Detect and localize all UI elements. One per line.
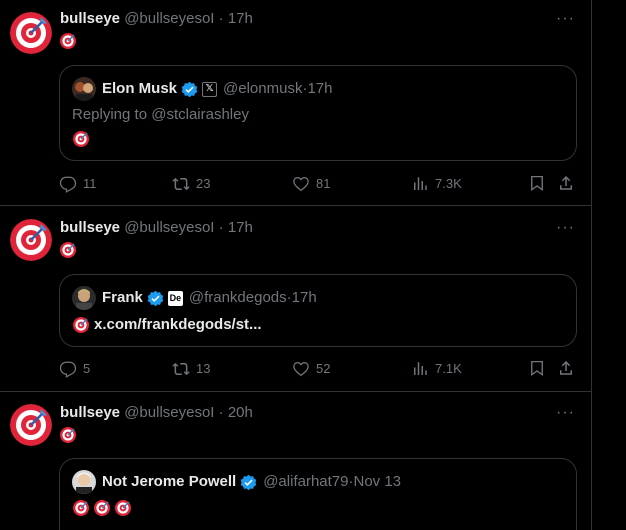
target-icon bbox=[73, 500, 89, 516]
quote-header: Not Jerome Powell @alifarhat79 · Nov 13 bbox=[72, 470, 401, 494]
share-icon bbox=[560, 360, 572, 375]
tweet-text bbox=[59, 241, 77, 261]
quote-avatar bbox=[72, 286, 96, 310]
quote-header: Elon Musk 𝕏 @elonmusk · 17h bbox=[72, 77, 332, 101]
avatar[interactable] bbox=[10, 219, 52, 261]
quote-header: Frank De @frankdegods · 17h bbox=[72, 286, 317, 310]
affiliate-badge: De bbox=[167, 290, 183, 306]
tweet[interactable]: bullseye @bullseyesoI · 17h ··· Frank De… bbox=[0, 207, 591, 392]
retweet-icon bbox=[172, 177, 190, 191]
quote-link[interactable]: x.com/frankdegods/st... bbox=[94, 315, 262, 335]
bookmark-icon bbox=[531, 360, 543, 377]
reply-button[interactable]: 11 bbox=[59, 174, 97, 194]
target-icon bbox=[73, 317, 89, 333]
reply-count: 5 bbox=[83, 361, 91, 376]
tweet-text bbox=[59, 426, 77, 446]
quote-text bbox=[72, 499, 132, 517]
retweet-count: 23 bbox=[196, 176, 211, 191]
share-button[interactable] bbox=[557, 359, 575, 377]
separator: · bbox=[218, 404, 224, 421]
tweet-actions: 5 13 52 7.1K bbox=[59, 359, 577, 379]
affiliate-badge: 𝕏 bbox=[202, 81, 218, 97]
quote-timestamp: 17h bbox=[291, 289, 317, 306]
quote-reply-context: Replying to @stclairashley bbox=[72, 106, 249, 123]
tweet-text bbox=[59, 32, 77, 52]
like-icon bbox=[293, 361, 309, 377]
quote-timestamp: Nov 13 bbox=[353, 473, 402, 490]
bookmark-icon bbox=[531, 175, 543, 192]
author-handle[interactable]: @bullseyesoI bbox=[124, 10, 214, 27]
tweet-header: bullseye @bullseyesoI · 20h bbox=[60, 403, 253, 423]
share-button[interactable] bbox=[557, 174, 575, 192]
bookmark-button[interactable] bbox=[528, 174, 546, 192]
separator: · bbox=[218, 219, 224, 236]
timeline: bullseye @bullseyesoI · 17h ··· Elon Mus… bbox=[0, 0, 591, 530]
tweet[interactable]: bullseye @bullseyesoI · 17h ··· Elon Mus… bbox=[0, 0, 591, 206]
quote-text bbox=[72, 129, 90, 149]
retweet-button[interactable]: 13 bbox=[172, 359, 210, 379]
timestamp[interactable]: 20h bbox=[228, 404, 253, 421]
retweet-count: 13 bbox=[196, 361, 211, 376]
target-icon bbox=[60, 427, 76, 443]
timestamp[interactable]: 17h bbox=[228, 219, 253, 236]
quoted-tweet[interactable]: Frank De @frankdegods · 17h x.com/frankd… bbox=[59, 274, 577, 347]
quote-avatar bbox=[72, 77, 96, 101]
timestamp[interactable]: 17h bbox=[228, 10, 253, 27]
quote-author-handle: @elonmusk bbox=[223, 80, 303, 97]
views-count: 7.3K bbox=[435, 176, 462, 191]
like-button[interactable]: 81 bbox=[292, 174, 330, 194]
quote-author-handle: @alifarhat79 bbox=[263, 473, 349, 490]
target-icon bbox=[60, 33, 76, 49]
quote-author-name[interactable]: Elon Musk bbox=[102, 79, 177, 99]
verified-badge-icon bbox=[240, 474, 257, 491]
retweet-icon bbox=[172, 362, 190, 376]
reply-icon bbox=[59, 361, 77, 378]
author-name[interactable]: bullseye bbox=[60, 219, 120, 236]
views-icon bbox=[414, 362, 427, 375]
more-icon[interactable]: ··· bbox=[556, 218, 575, 238]
views-icon bbox=[414, 177, 427, 190]
separator: · bbox=[218, 10, 224, 27]
avatar[interactable] bbox=[10, 404, 52, 446]
target-icon bbox=[115, 500, 131, 516]
avatar[interactable] bbox=[10, 12, 52, 54]
author-name[interactable]: bullseye bbox=[60, 404, 120, 421]
more-icon[interactable]: ··· bbox=[556, 9, 575, 29]
reply-count: 11 bbox=[83, 176, 97, 191]
verified-badge-icon bbox=[147, 290, 164, 307]
reply-icon bbox=[59, 176, 77, 193]
views-button[interactable]: 7.1K bbox=[411, 359, 462, 379]
like-button[interactable]: 52 bbox=[292, 359, 330, 379]
quote-text: x.com/frankdegods/st... bbox=[72, 315, 262, 335]
like-count: 52 bbox=[316, 361, 331, 376]
like-icon bbox=[293, 176, 309, 192]
author-handle[interactable]: @bullseyesoI bbox=[124, 404, 214, 421]
author-name[interactable]: bullseye bbox=[60, 10, 120, 27]
target-icon bbox=[60, 242, 76, 258]
retweet-button[interactable]: 23 bbox=[172, 174, 210, 194]
quote-avatar bbox=[72, 470, 96, 494]
like-count: 81 bbox=[316, 176, 331, 191]
quote-author-name[interactable]: Frank bbox=[102, 288, 143, 308]
tweet-header: bullseye @bullseyesoI · 17h bbox=[60, 9, 253, 29]
quote-author-handle: @frankdegods bbox=[188, 289, 287, 306]
reply-button[interactable]: 5 bbox=[59, 359, 90, 379]
tweet[interactable]: bullseye @bullseyesoI · 20h ··· Not Jero… bbox=[0, 393, 591, 530]
views-count: 7.1K bbox=[435, 361, 462, 376]
views-button[interactable]: 7.3K bbox=[411, 174, 462, 194]
quote-author-name[interactable]: Not Jerome Powell bbox=[102, 472, 236, 492]
author-handle[interactable]: @bullseyesoI bbox=[124, 219, 214, 236]
share-icon bbox=[560, 175, 572, 190]
verified-badge-icon bbox=[181, 81, 198, 98]
bookmark-button[interactable] bbox=[528, 359, 546, 377]
quoted-tweet[interactable]: Not Jerome Powell @alifarhat79 · Nov 13 bbox=[59, 458, 577, 530]
column-divider bbox=[591, 0, 592, 530]
quoted-tweet[interactable]: Elon Musk 𝕏 @elonmusk · 17h Replying to … bbox=[59, 65, 577, 161]
quote-timestamp: 17h bbox=[307, 80, 333, 97]
tweet-header: bullseye @bullseyesoI · 17h bbox=[60, 218, 253, 238]
more-icon[interactable]: ··· bbox=[556, 403, 575, 423]
target-icon bbox=[73, 131, 89, 148]
target-icon bbox=[94, 500, 110, 516]
tweet-actions: 11 23 81 7.3K bbox=[59, 174, 577, 194]
